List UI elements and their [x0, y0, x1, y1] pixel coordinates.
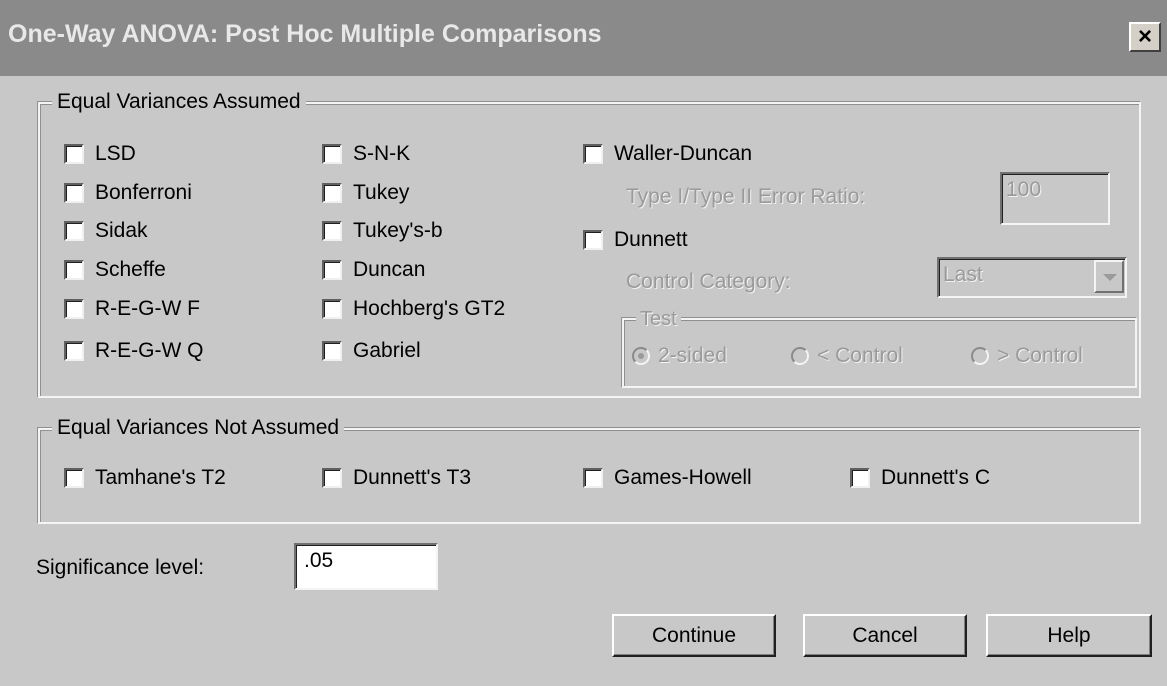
checkbox-tukey[interactable]: Tukey	[322, 178, 409, 208]
checkbox-snk[interactable]: S-N-K	[322, 139, 410, 169]
error-ratio-label: Type I/Type II Error Ratio:	[626, 185, 866, 208]
radio-2-sided[interactable]: 2-sided	[632, 341, 727, 371]
significance-level-label: Significance level:	[36, 556, 205, 579]
checkbox-tamhane-t2[interactable]: Tamhane's T2	[64, 463, 226, 493]
checkbox-box[interactable]	[583, 230, 603, 250]
radio-less-control[interactable]: < Control	[791, 341, 903, 371]
radio-greater-control[interactable]: > Control	[971, 341, 1083, 371]
control-category-label: Control Category:	[626, 270, 791, 293]
checkbox-box[interactable]	[64, 341, 84, 361]
radio-button[interactable]	[791, 347, 809, 365]
checkbox-tukeys-b[interactable]: Tukey's-b	[322, 216, 443, 246]
checkbox-games-howell[interactable]: Games-Howell	[583, 463, 752, 493]
radio-button[interactable]	[632, 347, 650, 365]
significance-level-input[interactable]: .05	[294, 543, 438, 590]
checkbox-gabriel[interactable]: Gabriel	[322, 336, 421, 366]
checkbox-hochberg-gt2[interactable]: Hochberg's GT2	[322, 294, 505, 324]
radio-button[interactable]	[971, 347, 989, 365]
checkbox-box[interactable]	[322, 468, 342, 488]
checkbox-box[interactable]	[322, 299, 342, 319]
checkbox-waller-duncan[interactable]: Waller-Duncan	[583, 139, 752, 169]
control-category-dropdown[interactable]: Last	[937, 257, 1127, 298]
checkbox-box[interactable]	[64, 260, 84, 280]
checkbox-sidak[interactable]: Sidak	[64, 216, 148, 246]
checkbox-box[interactable]	[583, 144, 603, 164]
checkbox-box[interactable]	[64, 221, 84, 241]
close-button[interactable]: ×	[1129, 22, 1161, 52]
checkbox-box[interactable]	[64, 468, 84, 488]
test-group-title: Test	[636, 305, 681, 333]
checkbox-box[interactable]	[583, 468, 603, 488]
checkbox-regw-q[interactable]: R-E-G-W Q	[64, 336, 203, 366]
window-title: One-Way ANOVA: Post Hoc Multiple Compari…	[8, 20, 602, 48]
checkbox-dunnett-c[interactable]: Dunnett's C	[850, 463, 990, 493]
checkbox-box[interactable]	[322, 144, 342, 164]
checkbox-box[interactable]	[64, 299, 84, 319]
title-bar: One-Way ANOVA: Post Hoc Multiple Compari…	[0, 0, 1167, 76]
checkbox-box[interactable]	[322, 183, 342, 203]
checkbox-box[interactable]	[64, 183, 84, 203]
checkbox-lsd[interactable]: LSD	[64, 139, 136, 169]
checkbox-box[interactable]	[322, 221, 342, 241]
checkbox-bonferroni[interactable]: Bonferroni	[64, 178, 192, 208]
checkbox-regw-f[interactable]: R-E-G-W F	[64, 294, 200, 324]
cancel-button[interactable]: Cancel	[803, 614, 967, 657]
checkbox-duncan[interactable]: Duncan	[322, 255, 425, 285]
chevron-down-icon[interactable]	[1094, 260, 1124, 293]
checkbox-box[interactable]	[850, 468, 870, 488]
checkbox-box[interactable]	[322, 260, 342, 280]
control-category-value: Last	[943, 263, 983, 286]
checkbox-dunnett[interactable]: Dunnett	[583, 225, 688, 255]
equal-variances-assumed-title: Equal Variances Assumed	[52, 88, 306, 116]
equal-variances-not-assumed-title: Equal Variances Not Assumed	[52, 414, 345, 442]
checkbox-box[interactable]	[322, 341, 342, 361]
error-ratio-field[interactable]: 100	[1000, 172, 1110, 225]
checkbox-dunnett-t3[interactable]: Dunnett's T3	[322, 463, 471, 493]
checkbox-box[interactable]	[64, 144, 84, 164]
continue-button[interactable]: Continue	[612, 614, 776, 657]
help-button[interactable]: Help	[986, 614, 1152, 657]
checkbox-scheffe[interactable]: Scheffe	[64, 255, 166, 285]
